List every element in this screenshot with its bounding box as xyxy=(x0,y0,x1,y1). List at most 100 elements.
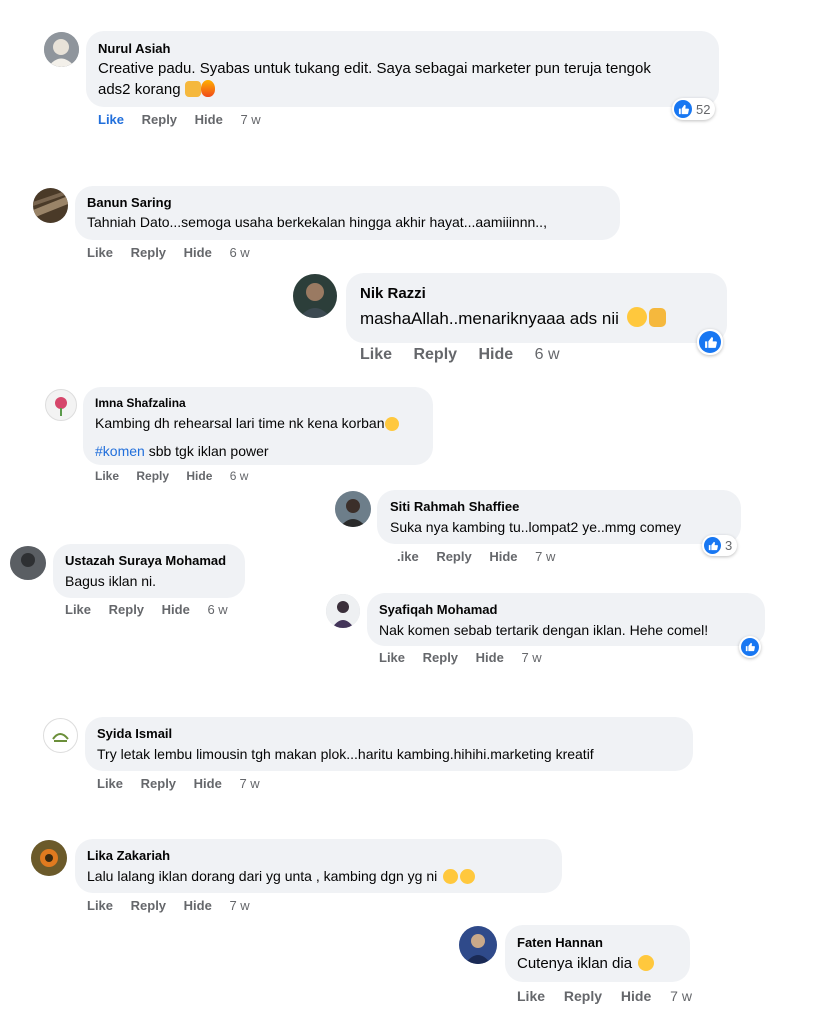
hide-button[interactable]: Hide xyxy=(186,469,212,483)
like-button[interactable]: Like xyxy=(65,602,91,617)
like-reaction-icon xyxy=(699,331,721,353)
hide-button[interactable]: Hide xyxy=(162,602,190,617)
avatar[interactable] xyxy=(459,926,497,964)
like-button[interactable]: Like xyxy=(360,346,392,364)
comment-actions: Like Reply Hide 6 w xyxy=(360,346,560,364)
comment-text: Lalu lalang iklan dorang dari yg unta , … xyxy=(87,868,550,884)
avatar[interactable] xyxy=(10,546,46,580)
grinning-sweat-emoji-icon xyxy=(638,955,655,971)
comment-bubble: Imna Shafzalina Kambing dh rehearsal lar… xyxy=(83,387,433,465)
reaction-summary[interactable]: 52 xyxy=(672,98,716,120)
reply-button[interactable]: Reply xyxy=(413,346,457,364)
comment-actions: Like Reply Hide 7 w xyxy=(517,988,692,1004)
like-button[interactable]: Like xyxy=(97,776,123,791)
timestamp[interactable]: 7 w xyxy=(670,988,692,1004)
comment-text: Creative padu. Syabas untuk tukang edit.… xyxy=(98,60,651,77)
comment-text: Tahniah Dato...semoga usaha berkekalan h… xyxy=(87,214,547,230)
thumbs-up-emoji-icon xyxy=(648,308,666,327)
reaction-summary[interactable]: 3 xyxy=(702,535,738,556)
fire-emoji-icon xyxy=(200,80,215,97)
avatar[interactable] xyxy=(326,594,360,628)
commenter-name[interactable]: Imna Shafzalina xyxy=(95,396,421,410)
like-reaction-icon xyxy=(704,537,721,554)
hide-button[interactable]: Hide xyxy=(489,549,517,564)
hide-button[interactable]: Hide xyxy=(184,245,212,260)
hide-button[interactable]: Hide xyxy=(479,346,514,364)
commenter-name[interactable]: Nurul Asiah xyxy=(98,41,707,56)
like-button[interactable]: .ike xyxy=(397,549,419,564)
comment-actions: Like Reply Hide 7 w xyxy=(379,650,542,665)
comment-text: Cutenya iklan dia xyxy=(517,955,678,972)
like-button[interactable]: Like xyxy=(379,650,405,665)
comment-bubble: Faten Hannan Cutenya iklan dia xyxy=(505,925,690,982)
reaction-summary[interactable] xyxy=(697,329,723,355)
timestamp[interactable]: 6 w xyxy=(207,602,227,617)
commenter-name[interactable]: Siti Rahmah Shaffiee xyxy=(390,499,728,514)
reaction-summary[interactable] xyxy=(739,636,761,658)
commenter-name[interactable]: Ustazah Suraya Mohamad xyxy=(65,553,233,568)
comment-actions: Like Reply Hide 6 w xyxy=(87,245,250,260)
timestamp[interactable]: 6 w xyxy=(535,346,560,364)
rolling-laughing-emoji-icon xyxy=(460,869,476,884)
flexed-biceps-emoji-icon xyxy=(184,81,201,97)
avatar[interactable] xyxy=(335,491,371,527)
comment-bubble: Siti Rahmah Shaffiee Suka nya kambing tu… xyxy=(377,490,741,544)
hide-button[interactable]: Hide xyxy=(621,988,651,1004)
timestamp[interactable]: 7 w xyxy=(239,776,259,791)
reply-button[interactable]: Reply xyxy=(564,988,602,1004)
commenter-name[interactable]: Banun Saring xyxy=(87,195,608,210)
comment-bubble: Syida Ismail Try letak lembu limousin tg… xyxy=(85,717,693,771)
comment-text-line2: #komen sbb tgk iklan power xyxy=(95,443,269,459)
comment-bubble: Banun Saring Tahniah Dato...semoga usaha… xyxy=(75,186,620,240)
comment-actions: Like Reply Hide 6 w xyxy=(65,602,228,617)
reply-button[interactable]: Reply xyxy=(131,898,166,913)
comment-bubble: Ustazah Suraya Mohamad Bagus iklan ni. xyxy=(53,544,245,598)
timestamp[interactable]: 7 w xyxy=(521,650,541,665)
avatar[interactable] xyxy=(43,718,78,753)
hide-button[interactable]: Hide xyxy=(184,898,212,913)
commenter-name[interactable]: Nik Razzi xyxy=(360,285,713,302)
comment-bubble: Nik Razzi mashaAllah..menariknyaaa ads n… xyxy=(346,273,727,343)
timestamp[interactable]: 7 w xyxy=(535,549,555,564)
comment-text: Bagus iklan ni. xyxy=(65,573,157,589)
like-button[interactable]: Like xyxy=(517,988,545,1004)
like-button[interactable]: Like xyxy=(87,245,113,260)
hide-button[interactable]: Hide xyxy=(194,776,222,791)
reply-button[interactable]: Reply xyxy=(131,245,166,260)
reply-button[interactable]: Reply xyxy=(436,549,471,564)
reaction-count: 3 xyxy=(725,538,733,553)
avatar[interactable] xyxy=(293,274,337,318)
timestamp[interactable]: 6 w xyxy=(230,469,249,483)
comment-bubble: Nurul Asiah Creative padu. Syabas untuk … xyxy=(86,31,719,107)
reply-button[interactable]: Reply xyxy=(136,469,169,483)
like-button[interactable]: Like xyxy=(98,112,124,127)
commenter-name[interactable]: Syida Ismail xyxy=(97,726,681,741)
commenter-name[interactable]: Lika Zakariah xyxy=(87,848,550,863)
rolling-laughing-emoji-icon xyxy=(384,417,399,431)
timestamp[interactable]: 7 w xyxy=(240,112,260,127)
comment-text: mashaAllah..menariknyaaa ads nii xyxy=(360,307,713,329)
avatar[interactable] xyxy=(33,188,68,223)
timestamp[interactable]: 7 w xyxy=(229,898,249,913)
reply-button[interactable]: Reply xyxy=(109,602,144,617)
timestamp[interactable]: 6 w xyxy=(229,245,249,260)
avatar[interactable] xyxy=(45,389,77,421)
like-button[interactable]: Like xyxy=(95,469,119,483)
comment-actions: Like Reply Hide 7 w xyxy=(97,776,260,791)
comment-text: Nak komen sebab tertarik dengan iklan. H… xyxy=(379,622,709,638)
like-reaction-icon xyxy=(741,638,759,656)
commenter-name[interactable]: Syafiqah Mohamad xyxy=(379,602,753,617)
rolling-laughing-emoji-icon xyxy=(443,869,459,884)
avatar[interactable] xyxy=(44,32,79,67)
hide-button[interactable]: Hide xyxy=(476,650,504,665)
hide-button[interactable]: Hide xyxy=(195,112,223,127)
commenter-name[interactable]: Faten Hannan xyxy=(517,935,678,950)
reply-button[interactable]: Reply xyxy=(142,112,177,127)
like-button[interactable]: Like xyxy=(87,898,113,913)
reaction-count: 52 xyxy=(696,101,711,117)
hashtag-link[interactable]: #komen xyxy=(95,443,145,459)
reply-button[interactable]: Reply xyxy=(141,776,176,791)
reply-button[interactable]: Reply xyxy=(423,650,458,665)
avatar[interactable] xyxy=(31,840,67,876)
heart-eyes-emoji-icon xyxy=(626,307,647,327)
